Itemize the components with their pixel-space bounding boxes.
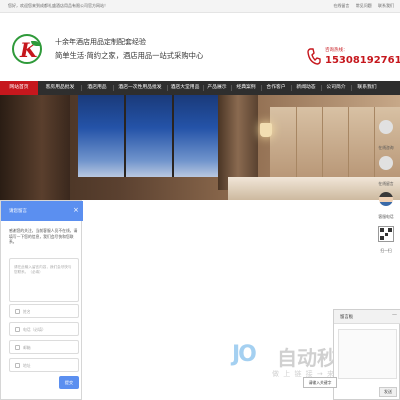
main-nav: 网站首页 客房用品批发 酒店用品 酒店一次性用品批发 酒店大堂用品 产品展示 经…: [0, 81, 400, 95]
hotline-label: 咨询热线：: [325, 48, 348, 53]
submit-button[interactable]: 提交: [59, 376, 79, 389]
float-label: 客服电话: [378, 214, 394, 219]
float-customer-phone[interactable]: 客服电话: [376, 190, 396, 224]
banner-curtain: [0, 95, 70, 200]
tagline: 十余年酒店用品定制配套经验: [55, 38, 146, 46]
message-board-header: 留言板 —: [334, 310, 400, 324]
banner-window: [78, 95, 220, 177]
qr-code-icon: [378, 226, 394, 242]
message-textarea[interactable]: 请在此输入留言内容，我们会尽快与您联系。（必填）: [9, 258, 79, 302]
phone-field[interactable]: 电话（必填）: [9, 322, 79, 336]
nav-item-cases[interactable]: 经典案例: [232, 81, 260, 95]
popup-header: 请您留言 ×: [1, 201, 83, 221]
link-online-message[interactable]: 在线留言: [333, 3, 349, 8]
nav-item-about[interactable]: 公司简介: [322, 81, 350, 95]
headboard-line: [322, 107, 323, 177]
chat-bubble-icon: [379, 120, 393, 134]
name-field[interactable]: 姓名: [9, 304, 79, 318]
float-online-message[interactable]: 在线留言: [376, 154, 396, 188]
hero-banner[interactable]: [0, 95, 400, 200]
float-online-consult[interactable]: 在线咨询: [376, 118, 396, 152]
link-faq[interactable]: 常见问题: [356, 3, 372, 8]
message-board-title: 留言板: [340, 315, 354, 320]
phone-icon: [307, 48, 321, 65]
field-placeholder: 地址: [23, 363, 31, 368]
input-prompt: 请输入关键字: [303, 377, 337, 388]
headboard-line: [374, 107, 375, 177]
phone-icon: [15, 327, 20, 332]
nav-item-partners[interactable]: 合作客户: [262, 81, 290, 95]
message-board-input[interactable]: [338, 329, 397, 379]
nav-item-disposable-wholesale[interactable]: 酒店一次性用品批发: [114, 81, 166, 95]
banner-lamp: [260, 123, 272, 137]
float-label: 扫一扫: [380, 248, 392, 253]
welcome-text: 您好，欢迎您来到成都礼盛酒店用品有限公司官方网站！: [8, 3, 108, 8]
nav-item-hotel-supplies[interactable]: 酒店用品: [82, 81, 112, 95]
floating-service-bar: 在线咨询 在线留言 客服电话 扫一扫: [376, 118, 396, 256]
close-icon[interactable]: ×: [73, 206, 79, 214]
hotline-number[interactable]: 15308192761: [325, 55, 400, 66]
banner-curtain: [218, 95, 258, 190]
leave-message-popup: 请您留言 × 感谢您的关注，当前客服人员不在线，请填写一下您的信息，我们会尽快和…: [0, 200, 83, 400]
company-logo[interactable]: K: [12, 34, 42, 64]
headboard-line: [296, 107, 297, 177]
message-send-button[interactable]: 发送: [379, 387, 397, 397]
popup-title: 请您留言: [9, 209, 27, 214]
float-label: 在线咨询: [378, 145, 394, 150]
float-scan[interactable]: 扫一扫: [376, 226, 396, 256]
field-placeholder: 邮箱: [23, 345, 31, 350]
window-mullion: [172, 95, 174, 177]
float-label: 在线留言: [378, 181, 394, 186]
field-placeholder: 姓名: [23, 309, 31, 314]
top-bar: 您好，欢迎您来到成都礼盛酒店用品有限公司官方网站！ 在线留言 常见问题 联系我们: [0, 0, 400, 13]
watermark-logo: JO: [232, 342, 257, 367]
headboard-line: [348, 107, 349, 177]
slogan: 简单生活·简约之家，酒店用品一站式采购中心: [55, 51, 204, 60]
message-icon: [379, 156, 393, 170]
minimize-icon[interactable]: —: [392, 312, 397, 318]
nav-item-contact[interactable]: 联系我们: [352, 81, 382, 95]
mail-icon: [15, 345, 20, 350]
top-links: 在线留言 常见问题 联系我们: [328, 3, 394, 9]
nav-item-news[interactable]: 新闻动态: [292, 81, 320, 95]
nav-item-lobby-supplies[interactable]: 酒店大堂用品: [168, 81, 202, 95]
user-icon: [15, 309, 20, 314]
site-header: K 十余年酒店用品定制配套经验 简单生活·简约之家，酒店用品一站式采购中心 咨询…: [0, 13, 400, 81]
popup-greeting: 感谢您的关注，当前客服人员不在线，请填写一下您的信息，我们会尽快和您联系。: [9, 228, 78, 245]
window-mullion: [124, 95, 126, 177]
nav-item-home[interactable]: 网站首页: [0, 81, 38, 95]
avatar: [379, 192, 393, 206]
email-field[interactable]: 邮箱: [9, 340, 79, 354]
location-icon: [15, 363, 20, 368]
message-board-widget: 留言板 — 发送: [333, 309, 400, 400]
link-contact[interactable]: 联系我们: [378, 3, 394, 8]
field-placeholder: 电话（必填）: [23, 327, 46, 332]
nav-item-guest-room-wholesale[interactable]: 客房用品批发: [40, 81, 80, 95]
nav-item-products[interactable]: 产品展示: [204, 81, 230, 95]
address-field[interactable]: 地址: [9, 358, 79, 372]
